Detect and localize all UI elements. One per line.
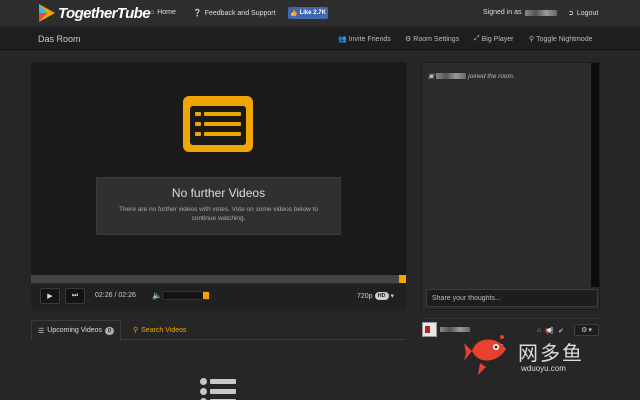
no-videos-text: There are no further videos with votes. …	[118, 206, 319, 222]
facebook-like-label: Like 2.7K	[299, 10, 326, 16]
quality-selector[interactable]: 720p HD ▾	[357, 292, 394, 300]
logout-icon: ➲	[568, 10, 574, 17]
no-videos-panel: No further Videos There are no further v…	[96, 177, 341, 235]
room-title: Das Room	[38, 34, 81, 44]
no-videos-title: No further Videos	[171, 186, 266, 200]
gear-icon: ⚙	[581, 327, 588, 334]
user-role-icons: ⌂ 📢 ✔	[537, 327, 564, 335]
big-player-label: Big Player	[481, 35, 514, 43]
nav-logout-link[interactable]: ➲ Logout	[568, 9, 599, 18]
avatar	[422, 322, 437, 337]
room-toolbar: Das Room 👥 Invite Friends ⚙ Room Setting…	[0, 28, 640, 50]
playlist-empty-icon	[183, 96, 253, 152]
video-tabs: ☰ Upcoming Videos 0 ⚲ Search Videos	[31, 318, 406, 341]
nav-home-link[interactable]: ⌂ Home	[150, 9, 176, 16]
brand-logo[interactable]: TogetherTube	[38, 3, 151, 23]
megaphone-icon: 📢	[545, 328, 554, 335]
nav-feedback-label: Feedback and Support	[204, 9, 276, 17]
skip-button[interactable]: ⏭	[65, 288, 85, 304]
volume-slider[interactable]	[162, 291, 210, 300]
tab-upcoming-label: Upcoming Videos	[47, 327, 103, 334]
room-settings-label: Room Settings	[413, 35, 460, 43]
upcoming-count-badge: 0	[105, 326, 115, 335]
gear-icon: ⚙	[405, 36, 412, 43]
watermark-text: 网多鱼	[518, 343, 584, 365]
fish-logo-icon	[464, 335, 506, 375]
facebook-like-button[interactable]: 👍 Like 2.7K	[288, 7, 328, 19]
signed-in-label: Signed in as	[483, 9, 522, 16]
expand-icon: ⤢	[474, 35, 480, 42]
nav-feedback-link[interactable]: ❔ Feedback and Support	[193, 9, 276, 18]
home-icon: ⌂	[537, 327, 542, 334]
nav-logout-label: Logout	[576, 9, 599, 17]
tab-search-videos[interactable]: ⚲ Search Videos	[127, 320, 193, 340]
caret-down-icon: ▾	[588, 327, 592, 334]
lightbulb-icon: ⚲	[529, 36, 535, 43]
caret-down-icon: ▾	[390, 293, 395, 300]
playback-time: 02:26 / 02:26	[95, 292, 136, 299]
play-logo-icon	[39, 4, 55, 22]
check-icon: ✔	[557, 328, 564, 335]
home-icon: ⌂	[150, 9, 155, 16]
video-player[interactable]: No further Videos There are no further v…	[31, 62, 406, 275]
chat-username-blurred	[436, 73, 467, 79]
user-join-icon: ▣	[428, 73, 435, 80]
volume-icon[interactable]: 🔈	[152, 291, 162, 300]
progress-handle[interactable]	[399, 275, 406, 283]
user-settings-button[interactable]: ⚙ ▾	[574, 324, 599, 336]
brand-name: TogetherTube	[58, 4, 151, 22]
top-navbar: TogetherTube ⌂ Home ❔ Feedback and Suppo…	[0, 0, 640, 27]
search-icon: ⚲	[133, 327, 139, 334]
toggle-nightmode-link[interactable]: ⚲ Toggle Nightmode	[529, 35, 593, 44]
quality-label: 720p	[357, 292, 373, 300]
list-icon: ☰	[38, 327, 45, 335]
chat-panel: ▣ joined the room.	[421, 62, 600, 310]
question-icon: ❔	[193, 10, 202, 17]
invite-friends-link[interactable]: 👥 Invite Friends	[338, 35, 391, 44]
room-settings-link[interactable]: ⚙ Room Settings	[405, 35, 460, 44]
thumbs-up-icon: 👍	[290, 10, 298, 17]
play-button[interactable]: ▶	[40, 288, 60, 304]
tab-upcoming-videos[interactable]: ☰ Upcoming Videos 0	[31, 320, 122, 341]
progress-fill	[31, 275, 399, 283]
watermark-url: wduoyu.com	[521, 364, 566, 373]
play-icon: ▶	[47, 293, 53, 300]
nav-home-label: Home	[157, 9, 176, 16]
big-player-link[interactable]: ⤢ Big Player	[474, 35, 514, 43]
users-icon: 👥	[338, 36, 347, 43]
volume-handle[interactable]	[203, 292, 209, 299]
signed-in-status: Signed in as	[483, 9, 557, 16]
toggle-nightmode-label: Toggle Nightmode	[536, 35, 593, 43]
skip-forward-icon: ⏭	[71, 292, 79, 299]
invite-friends-label: Invite Friends	[348, 35, 391, 43]
player-controls: ▶ ⏭ 02:26 / 02:26 🔈 720p HD ▾	[31, 284, 406, 309]
chat-message-text: joined the room.	[468, 72, 515, 80]
chat-scrollbar[interactable]	[591, 63, 599, 287]
hd-badge: HD	[374, 292, 389, 300]
video-progress-bar[interactable]	[31, 275, 406, 283]
username-blurred	[524, 9, 557, 16]
chat-input[interactable]	[426, 289, 598, 307]
chat-message: ▣ joined the room.	[428, 72, 515, 81]
upcoming-empty-icon	[200, 378, 238, 400]
chat-log: ▣ joined the room.	[422, 63, 593, 287]
tab-search-label: Search Videos	[141, 326, 187, 334]
